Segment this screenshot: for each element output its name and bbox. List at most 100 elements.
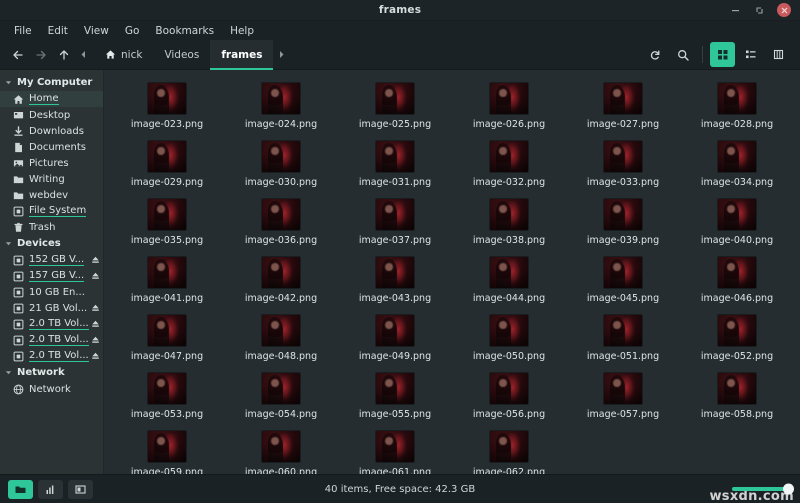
file-item[interactable]: image-040.png	[680, 194, 794, 252]
compact-view-button[interactable]	[766, 42, 791, 67]
sidebar-item-2-0-tb-vol[interactable]: 2.0 TB Vol...	[0, 348, 103, 364]
file-item[interactable]: image-023.png	[110, 78, 224, 136]
eject-icon[interactable]	[91, 320, 100, 329]
file-item[interactable]: image-058.png	[680, 368, 794, 426]
file-item[interactable]: image-041.png	[110, 252, 224, 310]
file-item[interactable]: image-025.png	[338, 78, 452, 136]
file-item[interactable]: image-024.png	[224, 78, 338, 136]
sidebar-item-pictures[interactable]: Pictures	[0, 155, 103, 171]
file-item[interactable]: image-052.png	[680, 310, 794, 368]
breadcrumb-scroll-left-icon[interactable]	[75, 50, 91, 59]
forward-button[interactable]	[29, 43, 52, 66]
menu-go[interactable]: Go	[118, 23, 147, 39]
breadcrumb-scroll-right-icon[interactable]	[273, 50, 289, 59]
show-tree-button[interactable]	[38, 479, 63, 499]
maximize-button[interactable]	[753, 4, 766, 17]
file-item[interactable]: image-044.png	[452, 252, 566, 310]
zoom-slider[interactable]	[732, 483, 794, 495]
sidebar-item-desktop[interactable]: Desktop	[0, 107, 103, 123]
file-item[interactable]: image-048.png	[224, 310, 338, 368]
sidebar-item-file-system[interactable]: File System	[0, 203, 103, 219]
eject-icon[interactable]	[91, 272, 100, 281]
sidebar-item-downloads[interactable]: Downloads	[0, 123, 103, 139]
file-item[interactable]: image-061.png	[338, 426, 452, 474]
sidebar-item-2-0-tb-vol[interactable]: 2.0 TB Vol...	[0, 316, 103, 332]
sidebar-item-documents[interactable]: Documents	[0, 139, 103, 155]
sidebar-group-my-computer[interactable]: My Computer	[0, 74, 103, 91]
zoom-slider-handle[interactable]	[783, 483, 794, 495]
eject-icon[interactable]	[91, 352, 100, 361]
sidebar-item-network[interactable]: Network	[0, 381, 103, 397]
menu-bookmarks[interactable]: Bookmarks	[148, 23, 221, 39]
search-button[interactable]	[670, 42, 695, 67]
menu-edit[interactable]: Edit	[41, 23, 75, 39]
back-button[interactable]	[6, 43, 29, 66]
eject-icon[interactable]	[91, 336, 100, 345]
download-icon	[13, 125, 24, 137]
file-item[interactable]: image-031.png	[338, 136, 452, 194]
file-item[interactable]: image-046.png	[680, 252, 794, 310]
icon-view-button[interactable]	[710, 42, 735, 67]
sidebar-item-trash[interactable]: Trash	[0, 219, 103, 235]
reload-button[interactable]	[642, 42, 667, 67]
file-item[interactable]: image-033.png	[566, 136, 680, 194]
file-item[interactable]: image-039.png	[566, 194, 680, 252]
file-item[interactable]: image-050.png	[452, 310, 566, 368]
file-name: image-040.png	[700, 235, 774, 246]
sidebar-item-157-gb-v[interactable]: 157 GB V...	[0, 268, 103, 284]
file-item[interactable]: image-035.png	[110, 194, 224, 252]
file-item[interactable]: image-038.png	[452, 194, 566, 252]
file-item[interactable]: image-037.png	[338, 194, 452, 252]
sidebar-item-2-0-tb-vol[interactable]: 2.0 TB Vol...	[0, 332, 103, 348]
sidebar-item-webdev[interactable]: webdev	[0, 187, 103, 203]
file-browser-area[interactable]: image-023.png image-024.png image-025.png i…	[104, 70, 800, 474]
menu-file[interactable]: File	[7, 23, 39, 39]
sidebar-item-21-gb-vol[interactable]: 21 GB Vol...	[0, 300, 103, 316]
file-item[interactable]: image-034.png	[680, 136, 794, 194]
minimize-button[interactable]	[729, 4, 742, 17]
list-view-button[interactable]	[738, 42, 763, 67]
breadcrumb-item-videos[interactable]: Videos	[153, 40, 210, 70]
sidebar-item-10-gb-en[interactable]: 10 GB En...	[0, 284, 103, 300]
file-item[interactable]: image-032.png	[452, 136, 566, 194]
file-item[interactable]: image-036.png	[224, 194, 338, 252]
sidebar-group-network[interactable]: Network	[0, 364, 103, 381]
file-item[interactable]: image-049.png	[338, 310, 452, 368]
file-item[interactable]: image-029.png	[110, 136, 224, 194]
breadcrumb-item-frames[interactable]: frames	[210, 39, 274, 70]
file-name: image-024.png	[244, 119, 318, 130]
file-item[interactable]: image-043.png	[338, 252, 452, 310]
file-item[interactable]: image-055.png	[338, 368, 452, 426]
file-name: image-043.png	[358, 293, 432, 304]
menu-view[interactable]: View	[77, 23, 116, 39]
file-item[interactable]: image-057.png	[566, 368, 680, 426]
sidebar-item-152-gb-v[interactable]: 152 GB V...	[0, 252, 103, 268]
close-button[interactable]	[777, 3, 791, 17]
file-item[interactable]: image-056.png	[452, 368, 566, 426]
breadcrumb-item-nick[interactable]: nick	[94, 40, 153, 70]
file-item[interactable]: image-045.png	[566, 252, 680, 310]
file-item[interactable]: image-030.png	[224, 136, 338, 194]
file-item[interactable]: image-028.png	[680, 78, 794, 136]
file-item[interactable]: image-053.png	[110, 368, 224, 426]
show-preview-button[interactable]	[68, 479, 93, 499]
places-sidebar[interactable]: My Computer Home Desktop Downloads Documents…	[0, 70, 104, 474]
sidebar-item-home[interactable]: Home	[0, 91, 103, 107]
up-button[interactable]	[52, 43, 75, 66]
file-item[interactable]: image-060.png	[224, 426, 338, 474]
zoom-slider-container[interactable]	[732, 483, 794, 495]
file-item[interactable]: image-042.png	[224, 252, 338, 310]
show-sidebar-button[interactable]	[8, 479, 33, 499]
sidebar-group-devices[interactable]: Devices	[0, 235, 103, 252]
sidebar-item-writing[interactable]: Writing	[0, 171, 103, 187]
file-item[interactable]: image-026.png	[452, 78, 566, 136]
file-item[interactable]: image-059.png	[110, 426, 224, 474]
file-item[interactable]: image-062.png	[452, 426, 566, 474]
file-item[interactable]: image-054.png	[224, 368, 338, 426]
file-item[interactable]: image-027.png	[566, 78, 680, 136]
eject-icon[interactable]	[91, 256, 100, 265]
file-item[interactable]: image-047.png	[110, 310, 224, 368]
file-item[interactable]: image-051.png	[566, 310, 680, 368]
menu-help[interactable]: Help	[223, 23, 261, 39]
eject-icon[interactable]	[91, 304, 100, 313]
